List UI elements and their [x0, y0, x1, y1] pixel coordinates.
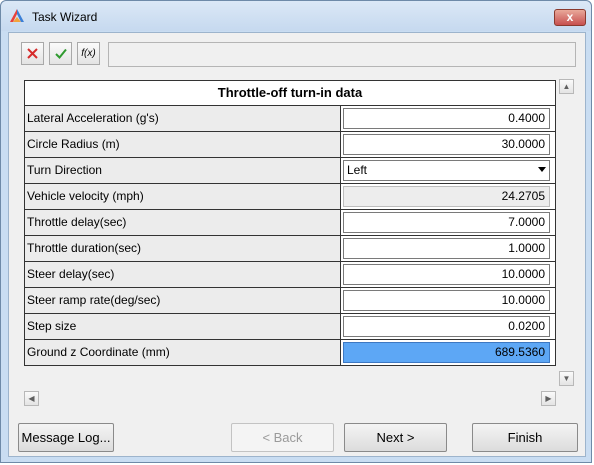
- cancel-edit-button[interactable]: [21, 42, 44, 65]
- table-row: Steer delay(sec) 10.0000: [25, 262, 555, 288]
- vertical-scrollbar[interactable]: ▲ ▼: [558, 79, 575, 386]
- parameter-grid: Throttle-off turn-in data Lateral Accele…: [24, 80, 556, 366]
- table-row: Vehicle velocity (mph) 24.2705: [25, 184, 555, 210]
- step-size-field[interactable]: 0.0200: [343, 316, 550, 337]
- row-label: Steer ramp rate(deg/sec): [25, 288, 341, 313]
- green-checkmark-icon: [54, 48, 67, 59]
- steer-delay-field[interactable]: 10.0000: [343, 264, 550, 285]
- row-label: Steer delay(sec): [25, 262, 341, 287]
- throttle-delay-field[interactable]: 7.0000: [343, 212, 550, 233]
- hyperworks-logo-icon: [10, 9, 24, 22]
- table-row: Lateral Acceleration (g's) 0.4000: [25, 106, 555, 132]
- circle-radius-field[interactable]: 30.0000: [343, 134, 550, 155]
- finish-button[interactable]: Finish: [472, 423, 578, 452]
- row-label: Circle Radius (m): [25, 132, 341, 157]
- close-button[interactable]: x: [554, 9, 586, 26]
- row-label: Throttle delay(sec): [25, 210, 341, 235]
- table-row: Ground z Coordinate (mm) 689.5360: [25, 340, 555, 365]
- task-wizard-window: Task Wizard x f(x) Throttle-off turn-in …: [0, 0, 592, 463]
- ground-z-coordinate-field[interactable]: 689.5360: [343, 342, 550, 363]
- red-x-icon: [27, 48, 38, 59]
- window-title: Task Wizard: [32, 10, 98, 24]
- horizontal-scrollbar[interactable]: ◀ ▶: [24, 390, 558, 407]
- row-label: Lateral Acceleration (g's): [25, 106, 341, 131]
- row-label: Vehicle velocity (mph): [25, 184, 341, 209]
- row-label: Turn Direction: [25, 158, 341, 183]
- lateral-acceleration-field[interactable]: 0.4000: [343, 108, 550, 129]
- expression-field[interactable]: [108, 42, 576, 67]
- scroll-down-button[interactable]: ▼: [559, 371, 574, 386]
- table-row: Throttle duration(sec) 1.0000: [25, 236, 555, 262]
- back-button[interactable]: < Back: [231, 423, 334, 452]
- table-row: Steer ramp rate(deg/sec) 10.0000: [25, 288, 555, 314]
- chevron-down-icon[interactable]: [538, 167, 546, 172]
- fx-icon: f(x): [81, 48, 96, 59]
- message-log-button[interactable]: Message Log...: [18, 423, 114, 452]
- next-button[interactable]: Next >: [344, 423, 447, 452]
- title-bar[interactable]: Task Wizard x: [1, 1, 591, 31]
- fx-expression-button[interactable]: f(x): [77, 42, 100, 65]
- table-row: Step size 0.0200: [25, 314, 555, 340]
- scroll-left-button[interactable]: ◀: [24, 391, 39, 406]
- apply-edit-button[interactable]: [49, 42, 72, 65]
- vehicle-velocity-field: 24.2705: [343, 186, 550, 207]
- wizard-client-area: f(x) Throttle-off turn-in data Lateral A…: [8, 32, 586, 457]
- table-row: Throttle delay(sec) 7.0000: [25, 210, 555, 236]
- steer-ramp-rate-field[interactable]: 10.0000: [343, 290, 550, 311]
- table-row: Turn Direction Left: [25, 158, 555, 184]
- grid-title: Throttle-off turn-in data: [25, 81, 555, 106]
- row-label: Ground z Coordinate (mm): [25, 340, 341, 365]
- row-label: Step size: [25, 314, 341, 339]
- close-icon: x: [566, 10, 574, 24]
- scroll-up-button[interactable]: ▲: [559, 79, 574, 94]
- turn-direction-select[interactable]: Left: [343, 160, 550, 181]
- turn-direction-value: Left: [347, 163, 368, 177]
- table-row: Circle Radius (m) 30.0000: [25, 132, 555, 158]
- scroll-right-button[interactable]: ▶: [541, 391, 556, 406]
- throttle-duration-field[interactable]: 1.0000: [343, 238, 550, 259]
- row-label: Throttle duration(sec): [25, 236, 341, 261]
